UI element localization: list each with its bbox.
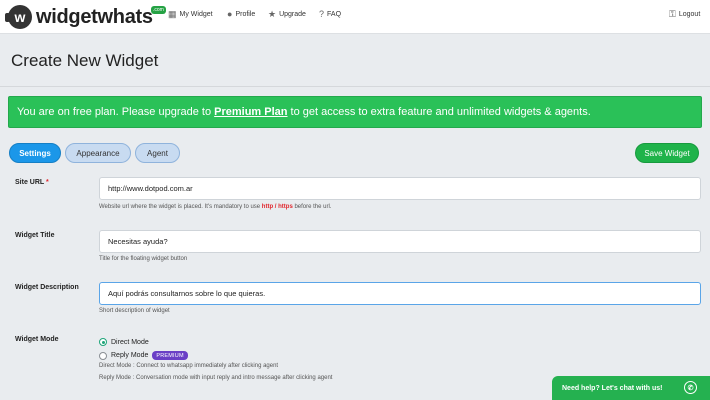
site-url-help-after: before the url.: [292, 204, 332, 210]
reply-mode-option[interactable]: Reply Mode PREMIUM: [99, 351, 188, 360]
nav-upgrade[interactable]: ★ Upgrade: [268, 10, 306, 19]
premium-badge: PREMIUM: [152, 351, 188, 360]
widget-description-help: Short description of widget: [99, 308, 170, 314]
logout-link[interactable]: ⚿ Logout: [669, 10, 700, 19]
logo-badge: .com: [151, 6, 166, 14]
chat-widget-button[interactable]: Need help? Let's chat with us! ✆: [552, 376, 710, 400]
logo-icon: w: [5, 5, 32, 29]
site-url-help-bold: http / https: [261, 204, 293, 210]
nav-faq-label: FAQ: [327, 11, 342, 18]
site-url-label: Site URL *: [15, 179, 49, 186]
direct-mode-option[interactable]: Direct Mode: [99, 338, 149, 346]
premium-plan-link[interactable]: Premium Plan: [214, 106, 287, 118]
reply-mode-radio[interactable]: [99, 351, 107, 360]
reply-mode-help: Reply Mode : Conversation mode with inpu…: [99, 375, 333, 381]
whatsapp-icon: ✆: [684, 381, 697, 394]
star-icon: ★: [268, 9, 277, 19]
widget-title-label: Widget Title: [15, 232, 55, 239]
upgrade-banner: You are on free plan. Please upgrade to …: [8, 96, 702, 128]
question-icon: ?: [319, 9, 325, 19]
widget-title-help: Title for the floating widget button: [99, 256, 188, 262]
nav-profile[interactable]: ● Profile: [227, 10, 255, 19]
widget-description-input[interactable]: Aquí podrás consultarnos sobre lo que qu…: [99, 282, 701, 305]
logout-label: Logout: [678, 11, 701, 18]
nav-upgrade-label: Upgrade: [279, 11, 306, 18]
top-navbar: w widgetwhats .com ▦ My Widget ● Profile…: [0, 0, 710, 34]
title-divider: [0, 86, 710, 87]
banner-text-after: to get access to extra feature and unlim…: [287, 106, 591, 118]
nav-faq[interactable]: ? FAQ: [319, 10, 341, 19]
chat-widget-label: Need help? Let's chat with us!: [562, 384, 663, 392]
required-marker: *: [46, 179, 49, 186]
widget-mode-label: Widget Mode: [15, 336, 59, 343]
tab-settings[interactable]: Settings: [9, 143, 61, 163]
banner-text-before: You are on free plan. Please upgrade to: [17, 106, 215, 118]
widget-description-label: Widget Description: [15, 284, 79, 291]
logo-text: widgetwhats: [36, 5, 153, 28]
reply-mode-label: Reply Mode: [111, 352, 149, 359]
page-title: Create New Widget: [11, 51, 159, 70]
direct-mode-label: Direct Mode: [111, 338, 149, 346]
widget-title-input[interactable]: Necesitas ayuda?: [99, 230, 701, 253]
tab-appearance[interactable]: Appearance: [65, 143, 131, 163]
site-url-label-text: Site URL: [15, 179, 45, 186]
save-widget-button[interactable]: Save Widget: [635, 143, 699, 163]
site-url-help-before: Website url where the widget is placed. …: [99, 204, 262, 210]
logo-letter: w: [14, 9, 26, 25]
site-url-help: Website url where the widget is placed. …: [99, 204, 332, 210]
grid-icon: ▦: [168, 9, 177, 19]
user-icon: ●: [227, 9, 233, 19]
site-url-input[interactable]: http://www.dotpod.com.ar: [99, 177, 701, 200]
nav-my-widget[interactable]: ▦ My Widget: [168, 10, 213, 19]
logo[interactable]: w widgetwhats .com: [5, 5, 166, 29]
direct-mode-help: Direct Mode : Connect to whatsapp immedi…: [99, 363, 279, 369]
tab-agent[interactable]: Agent: [135, 143, 180, 163]
direct-mode-radio[interactable]: [99, 338, 107, 346]
key-icon: ⚿: [669, 9, 676, 19]
nav-my-widget-label: My Widget: [179, 11, 213, 18]
nav-profile-label: Profile: [235, 11, 256, 18]
